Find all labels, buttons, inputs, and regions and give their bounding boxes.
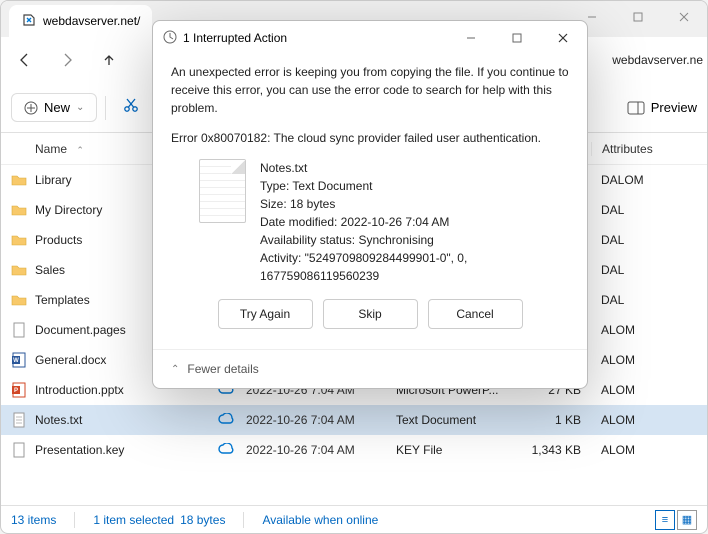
status-bar: 13 items 1 item selected 18 bytes Availa… <box>1 505 707 533</box>
attr-cell: ALOM <box>591 383 707 397</box>
preview-button[interactable]: Preview <box>627 100 697 115</box>
browser-tab[interactable]: webdavserver.net/ <box>9 5 152 37</box>
toolbar-divider <box>105 96 106 120</box>
file-name-cell: Templates <box>35 293 90 307</box>
attr-cell: ALOM <box>591 443 707 457</box>
file-name-cell: Products <box>35 233 82 247</box>
history-icon <box>163 30 177 47</box>
close-button[interactable] <box>661 1 707 33</box>
address-fragment: webdavserver.ne <box>606 53 703 67</box>
file-type-icon <box>11 202 27 218</box>
chevron-down-icon: ⌄ <box>76 102 84 113</box>
window-controls <box>569 1 707 33</box>
file-type-icon: W <box>11 352 27 368</box>
table-row[interactable]: Notes.txt 2022-10-26 7:04 AMText Document… <box>1 405 707 435</box>
cut-icon[interactable] <box>114 97 148 118</box>
try-again-button[interactable]: Try Again <box>218 299 313 329</box>
file-type-icon <box>11 172 27 188</box>
type-cell: KEY File <box>396 443 511 457</box>
attr-cell: DAL <box>591 263 707 277</box>
date-cell: 2022-10-26 7:04 AM <box>246 443 396 457</box>
attr-cell: DALOM <box>591 173 707 187</box>
sort-indicator-icon: ⌃ <box>76 145 84 155</box>
file-activity: Activity: "5249709809284499901-0", 0, 16… <box>260 249 569 285</box>
dialog-close-button[interactable] <box>543 24 583 52</box>
file-type: Type: Text Document <box>260 177 569 195</box>
status-selection: 1 item selected <box>93 513 174 527</box>
dialog-title: 1 Interrupted Action <box>183 31 287 45</box>
file-name-cell: Sales <box>35 263 65 277</box>
fewer-details-link[interactable]: Fewer details <box>187 362 258 376</box>
status-availability: Available when online <box>262 513 378 527</box>
file-name-cell: Library <box>35 173 72 187</box>
file-type-icon <box>11 262 27 278</box>
back-button[interactable] <box>5 42 45 78</box>
dialog-maximize-button[interactable] <box>497 24 537 52</box>
file-type-icon <box>11 442 27 458</box>
dialog-buttons: Try Again Skip Cancel <box>171 299 569 329</box>
attr-cell: ALOM <box>591 353 707 367</box>
attr-cell: ALOM <box>591 323 707 337</box>
dialog-error-code: Error 0x80070182: The cloud sync provide… <box>171 129 569 147</box>
status-count: 13 items <box>11 513 56 527</box>
dialog-message: An unexpected error is keeping you from … <box>171 63 569 117</box>
dialog-minimize-button[interactable] <box>451 24 491 52</box>
file-name-cell: Document.pages <box>35 323 126 337</box>
file-name-cell: General.docx <box>35 353 106 367</box>
forward-button[interactable] <box>47 42 87 78</box>
up-button[interactable] <box>89 42 129 78</box>
cloud-status-icon <box>218 412 246 428</box>
tiles-view-button[interactable]: ▦ <box>677 510 697 530</box>
attr-cell: DAL <box>591 233 707 247</box>
file-size: Size: 18 bytes <box>260 195 569 213</box>
new-button-label: New <box>44 100 70 115</box>
size-cell: 1,343 KB <box>511 443 591 457</box>
file-type-icon <box>11 292 27 308</box>
attr-cell: DAL <box>591 203 707 217</box>
details-view-button[interactable]: ≡ <box>655 510 675 530</box>
tab-title: webdavserver.net/ <box>43 14 140 28</box>
status-size: 18 bytes <box>180 513 225 527</box>
date-cell: 2022-10-26 7:04 AM <box>246 413 396 427</box>
column-attributes[interactable]: Attributes <box>591 142 707 156</box>
attr-cell: DAL <box>591 293 707 307</box>
dialog-body: An unexpected error is keeping you from … <box>153 55 587 349</box>
dialog-file-info: Notes.txt Type: Text Document Size: 18 b… <box>199 159 569 285</box>
maximize-button[interactable] <box>615 1 661 33</box>
file-availability: Availability status: Synchronising <box>260 231 569 249</box>
file-metadata: Notes.txt Type: Text Document Size: 18 b… <box>260 159 569 285</box>
svg-text:W: W <box>13 358 19 364</box>
dialog-footer: ⌃ Fewer details <box>153 349 587 388</box>
type-cell: Text Document <box>396 413 511 427</box>
new-button[interactable]: New ⌄ <box>11 93 97 122</box>
cloud-status-icon <box>218 442 246 458</box>
size-cell: 1 KB <box>511 413 591 427</box>
file-name-cell: My Directory <box>35 203 102 217</box>
skip-button[interactable]: Skip <box>323 299 418 329</box>
app-icon <box>21 12 37 31</box>
svg-text:P: P <box>14 388 18 394</box>
file-name-cell: Introduction.pptx <box>35 383 124 397</box>
cancel-button[interactable]: Cancel <box>428 299 523 329</box>
error-dialog: 1 Interrupted Action An unexpected error… <box>152 20 588 389</box>
file-type-icon: P <box>11 382 27 398</box>
file-type-icon <box>11 412 27 428</box>
file-date: Date modified: 2022-10-26 7:04 AM <box>260 213 569 231</box>
file-type-icon <box>11 232 27 248</box>
dialog-titlebar: 1 Interrupted Action <box>153 21 587 55</box>
file-name-cell: Notes.txt <box>35 413 82 427</box>
file-name: Notes.txt <box>260 159 569 177</box>
chevron-up-icon: ⌃ <box>171 364 179 375</box>
table-row[interactable]: Presentation.key 2022-10-26 7:04 AMKEY Fi… <box>1 435 707 465</box>
file-type-icon <box>11 322 27 338</box>
attr-cell: ALOM <box>591 413 707 427</box>
file-icon <box>199 159 246 223</box>
view-toggle: ≡ ▦ <box>655 510 697 530</box>
preview-label: Preview <box>651 100 697 115</box>
file-name-cell: Presentation.key <box>35 443 124 457</box>
